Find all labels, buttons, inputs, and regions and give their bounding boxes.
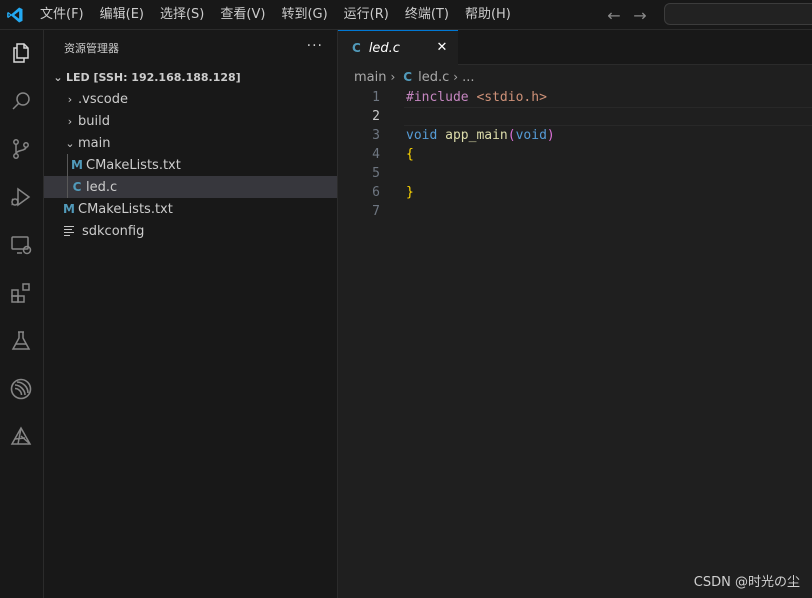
- tree-item-label: main: [78, 135, 111, 151]
- line-number: 1: [372, 90, 380, 105]
- title-bar: 文件(F) 编辑(E) 选择(S) 查看(V) 转到(G) 运行(R) 终端(T…: [0, 0, 812, 30]
- code-line-active: 2: [338, 107, 812, 126]
- explorer-icon[interactable]: [8, 40, 34, 66]
- editor-tabs: C led.c ✕: [338, 30, 812, 65]
- line-number: 3: [372, 128, 380, 143]
- testing-icon[interactable]: [8, 328, 34, 354]
- line-number: 5: [372, 166, 380, 181]
- explorer-header: 资源管理器 ···: [44, 30, 337, 66]
- back-arrow-icon[interactable]: ←: [606, 6, 622, 25]
- text-file-icon: [64, 226, 78, 236]
- c-file-icon: C: [352, 41, 361, 55]
- current-line-highlight: [404, 107, 812, 126]
- menu-file[interactable]: 文件(F): [32, 0, 92, 30]
- code-line: 4 {: [338, 145, 812, 164]
- forward-arrow-icon[interactable]: →: [632, 6, 648, 25]
- menu-view[interactable]: 查看(V): [212, 0, 273, 30]
- line-number: 2: [372, 109, 380, 124]
- cmake-file-icon: M: [63, 202, 75, 216]
- tree-item-label: CMakeLists.txt: [86, 157, 181, 173]
- close-icon[interactable]: ✕: [434, 40, 450, 55]
- tab-label: led.c: [368, 40, 400, 56]
- open-paren: (: [507, 128, 516, 143]
- menu-selection[interactable]: 选择(S): [152, 0, 212, 30]
- c-file-icon: C: [403, 70, 413, 84]
- tab-led-c[interactable]: C led.c ✕: [338, 30, 458, 65]
- menu-terminal[interactable]: 终端(T): [397, 0, 457, 30]
- more-actions-icon[interactable]: ···: [307, 38, 323, 54]
- command-center-search[interactable]: [664, 3, 812, 25]
- tree-file-main-cmakelists[interactable]: M CMakeLists.txt: [44, 154, 337, 176]
- menu-edit[interactable]: 编辑(E): [92, 0, 152, 30]
- workspace-root[interactable]: ⌄ LED [SSH: 192.168.188.128]: [44, 66, 337, 88]
- open-brace: {: [406, 147, 414, 162]
- chevron-right-icon: ›: [67, 114, 73, 128]
- close-brace: }: [406, 185, 414, 200]
- chevron-right-icon: ›: [67, 92, 73, 106]
- workspace-root-label: LED [SSH: 192.168.188.128]: [66, 70, 241, 84]
- tree-item-label: led.c: [86, 179, 118, 195]
- chevron-down-icon: ⌄: [65, 136, 75, 150]
- tree-file-led-c[interactable]: C led.c: [44, 176, 337, 198]
- function-name: app_main: [445, 128, 508, 143]
- tree-item-label: .vscode: [78, 91, 128, 107]
- indent-guide: [67, 154, 68, 176]
- menu-run[interactable]: 运行(R): [336, 0, 397, 30]
- activity-bar: [0, 30, 44, 598]
- breadcrumb: main › C led.c › ...: [354, 66, 474, 88]
- chevron-right-icon: ›: [390, 70, 396, 84]
- search-icon[interactable]: [8, 88, 34, 114]
- tree-file-sdkconfig[interactable]: sdkconfig: [44, 220, 337, 242]
- code-line: 6 }: [338, 183, 812, 202]
- line-number: 7: [372, 204, 380, 219]
- preprocessor-directive: #include: [406, 90, 469, 105]
- breadcrumb-folder[interactable]: main: [354, 70, 386, 85]
- tree-file-root-cmakelists[interactable]: M CMakeLists.txt: [44, 198, 337, 220]
- platformio-icon[interactable]: [8, 424, 34, 450]
- return-type: void: [406, 128, 438, 143]
- chevron-down-icon: ⌄: [53, 70, 63, 84]
- explorer-title: 资源管理器: [64, 42, 119, 55]
- navigation-controls: ← →: [606, 0, 648, 30]
- run-debug-icon[interactable]: [8, 184, 34, 210]
- extensions-icon[interactable]: [8, 280, 34, 306]
- code-line: 3 void app_main(void): [338, 126, 812, 145]
- breadcrumb-more[interactable]: ...: [462, 70, 474, 85]
- menu-go[interactable]: 转到(G): [273, 0, 335, 30]
- line-number: 6: [372, 185, 380, 200]
- code-line: 7: [338, 202, 812, 221]
- menu-help[interactable]: 帮助(H): [457, 0, 519, 30]
- tree-folder-build[interactable]: › build: [44, 110, 337, 132]
- explorer-sidebar: 资源管理器 ··· ⌄ LED [SSH: 192.168.188.128] ›…: [44, 30, 338, 598]
- espressif-icon[interactable]: [8, 376, 34, 402]
- code-line: 1 #include <stdio.h>: [338, 88, 812, 107]
- tree-folder-vscode[interactable]: › .vscode: [44, 88, 337, 110]
- tree-item-label: build: [78, 113, 110, 129]
- include-header: <stdio.h>: [476, 90, 547, 105]
- c-file-icon: C: [72, 180, 82, 194]
- tree-item-label: sdkconfig: [82, 223, 145, 239]
- source-control-icon[interactable]: [8, 136, 34, 162]
- vscode-logo-icon: [0, 0, 30, 30]
- param-type: void: [515, 128, 547, 143]
- chevron-right-icon: ›: [453, 70, 459, 84]
- tree-item-label: CMakeLists.txt: [78, 201, 173, 217]
- code-line: 5: [338, 164, 812, 183]
- watermark: CSDN @时光の尘: [693, 575, 800, 590]
- cmake-file-icon: M: [71, 158, 83, 172]
- tree-folder-main[interactable]: ⌄ main: [44, 132, 337, 154]
- remote-explorer-icon[interactable]: [8, 232, 34, 258]
- breadcrumb-file[interactable]: led.c: [418, 70, 449, 85]
- line-number: 4: [372, 147, 380, 162]
- menu-bar: 文件(F) 编辑(E) 选择(S) 查看(V) 转到(G) 运行(R) 终端(T…: [32, 0, 519, 30]
- indent-guide: [67, 176, 68, 198]
- code-editor[interactable]: 1 #include <stdio.h> 2 3 void app_main(v…: [338, 88, 812, 221]
- close-paren: ): [546, 128, 555, 143]
